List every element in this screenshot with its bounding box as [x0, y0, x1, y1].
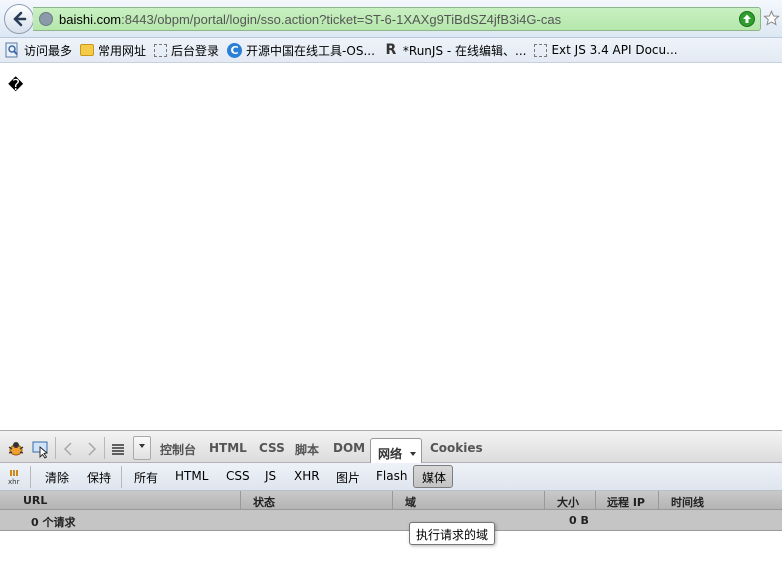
bookmark-admin-login[interactable]: 后台登录 — [154, 42, 219, 59]
page-content: � — [0, 64, 782, 430]
bookmark-runjs[interactable]: R *RunJS - 在线编辑、... — [383, 42, 527, 59]
toolbar-divider — [104, 437, 105, 459]
dropdown-arrow-icon — [410, 452, 417, 456]
filter-css[interactable]: CSS — [226, 469, 250, 483]
column-size[interactable]: 大小 — [557, 494, 579, 510]
svg-text:xhr: xhr — [8, 478, 20, 486]
url-text: baishi.com:8443/obpm/portal/login/sso.ac… — [59, 12, 561, 27]
chevron-left-icon[interactable] — [59, 439, 79, 459]
dropdown-arrow-icon — [139, 444, 145, 448]
folder-icon — [80, 44, 95, 56]
persist-button[interactable]: 保持 — [87, 469, 111, 486]
network-filter-bar: xhr 清除 保持 所有 HTML CSS JS XHR 图片 Flash — [0, 463, 782, 491]
site-identity-icon[interactable] — [39, 12, 53, 26]
bookmark-label: 常用网址 — [98, 43, 147, 58]
filter-flash[interactable]: Flash — [376, 469, 407, 483]
total-size: 0 B — [569, 514, 589, 527]
firebug-panel: 控制台 HTML CSS 脚本 DOM 网络 Cookies xhr 清除 保持… — [0, 430, 782, 582]
firebug-toolbar: 控制台 HTML CSS 脚本 DOM 网络 Cookies — [0, 430, 782, 464]
page-placeholder-icon — [534, 43, 548, 57]
panel-menu-dropdown[interactable] — [133, 436, 151, 460]
page-placeholder-icon — [154, 43, 168, 57]
search-page-icon — [5, 42, 18, 58]
clear-button[interactable]: 清除 — [45, 469, 69, 486]
request-count: 0 个请求 — [31, 516, 76, 529]
toolbar-divider — [30, 466, 31, 488]
column-divider — [240, 491, 241, 510]
tab-cookies[interactable]: Cookies — [430, 441, 483, 455]
navigation-bar: baishi.com:8443/obpm/portal/login/sso.ac… — [0, 0, 782, 38]
column-remote-ip[interactable]: 远程 IP — [607, 494, 645, 510]
network-summary-row: 0 个请求 0 B — [0, 510, 782, 531]
firebug-bug-icon[interactable] — [6, 439, 26, 459]
back-arrow-icon — [13, 11, 27, 27]
bookmarks-toolbar: 访问最多 常用网址 后台登录 C 开源中国在线工具-OS... R *RunJS… — [0, 38, 782, 63]
bookmark-label: 后台登录 — [171, 43, 220, 58]
list-menu-icon[interactable] — [108, 439, 128, 459]
toolbar-divider — [121, 466, 122, 488]
oschina-icon: C — [227, 42, 243, 58]
bookmark-label: 开源中国在线工具-OS... — [246, 43, 375, 58]
column-divider — [658, 491, 659, 510]
bookmark-oschina-tools[interactable]: C 开源中国在线工具-OS... — [227, 42, 375, 59]
bookmark-extjs-docs[interactable]: Ext JS 3.4 API Docu... — [534, 43, 678, 57]
go-arrow-icon[interactable] — [739, 11, 755, 27]
page-text: � — [8, 76, 24, 94]
tab-network-label: 网络 — [378, 447, 403, 461]
tab-html[interactable]: HTML — [209, 441, 247, 455]
tab-script[interactable]: 脚本 — [295, 441, 319, 458]
network-table-header: URL 状态 域 大小 远程 IP 时间线 — [0, 491, 782, 510]
bookmark-label: Ext JS 3.4 API Docu... — [551, 43, 678, 57]
filter-media[interactable]: 媒体 — [413, 465, 453, 488]
column-timeline[interactable]: 时间线 — [671, 494, 704, 510]
column-divider — [392, 491, 393, 510]
column-divider — [595, 491, 596, 510]
bookmark-label: *RunJS - 在线编辑、... — [402, 43, 527, 58]
bookmark-common-sites[interactable]: 常用网址 — [80, 42, 146, 59]
url-path: :8443/obpm/portal/login/sso.action?ticke… — [121, 11, 562, 27]
bookmark-star-icon[interactable] — [763, 10, 780, 27]
toolbar-divider — [55, 437, 56, 459]
filter-all[interactable]: 所有 — [134, 469, 158, 486]
filter-js[interactable]: JS — [265, 469, 276, 483]
tab-css[interactable]: CSS — [259, 441, 285, 455]
tab-network[interactable]: 网络 — [370, 438, 422, 464]
column-tooltip: 执行请求的域 — [409, 522, 495, 545]
bookmark-most-visited[interactable]: 访问最多 — [4, 42, 72, 59]
filter-images[interactable]: 图片 — [336, 469, 360, 486]
url-bar[interactable]: baishi.com:8443/obpm/portal/login/sso.ac… — [33, 7, 761, 31]
tab-console[interactable]: 控制台 — [160, 441, 196, 458]
runjs-icon: R — [385, 42, 397, 58]
column-divider — [544, 491, 545, 510]
filter-xhr[interactable]: XHR — [294, 469, 320, 483]
chevron-right-icon[interactable] — [81, 439, 101, 459]
column-domain[interactable]: 域 — [405, 494, 416, 510]
bookmark-label: 访问最多 — [24, 43, 73, 58]
xhr-icon[interactable]: xhr — [6, 467, 26, 487]
back-button[interactable] — [4, 4, 34, 34]
url-host: baishi.com — [59, 11, 122, 27]
column-status[interactable]: 状态 — [253, 494, 275, 510]
inspect-element-icon[interactable] — [31, 439, 51, 459]
column-url[interactable]: URL — [23, 494, 47, 507]
tab-dom[interactable]: DOM — [333, 441, 365, 455]
filter-html[interactable]: HTML — [175, 469, 208, 483]
